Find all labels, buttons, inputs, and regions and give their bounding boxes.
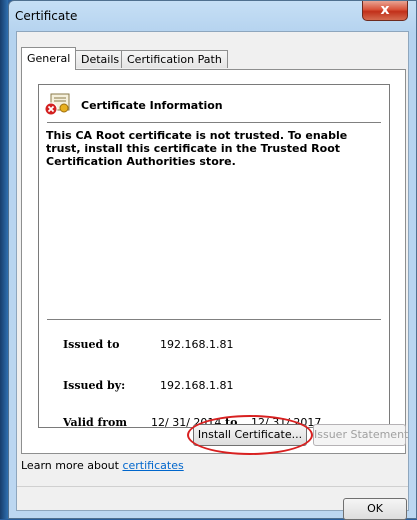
- divider: [47, 122, 381, 123]
- issued-to-value: 192.168.1.81: [160, 338, 234, 351]
- desktop-edge: [0, 0, 8, 519]
- tab-details[interactable]: Details: [75, 50, 126, 68]
- issuer-statement-button[interactable]: Issuer Statement: [313, 424, 408, 446]
- footer-divider: [17, 486, 408, 487]
- issued-by-label: Issued by:: [63, 379, 126, 392]
- divider: [47, 319, 381, 320]
- certificate-untrusted-icon: [45, 93, 70, 116]
- certificate-info-box: Certificate Information This CA Root cer…: [38, 84, 390, 429]
- tab-certification-path[interactable]: Certification Path: [121, 50, 228, 68]
- dialog-client-area: General Details Certification Path Certi…: [16, 31, 409, 520]
- general-tab-panel: Certificate Information This CA Root cer…: [21, 69, 406, 454]
- window-title: Certificate: [15, 9, 78, 23]
- highlight-ring: [187, 415, 313, 455]
- learn-more-label: Learn more about: [21, 459, 123, 472]
- learn-more-text: Learn more about certificates: [21, 459, 184, 472]
- certificates-link[interactable]: certificates: [122, 459, 183, 472]
- title-bar[interactable]: Certificate x: [9, 1, 416, 31]
- ok-button[interactable]: OK: [343, 498, 407, 520]
- close-icon: x: [380, 2, 390, 18]
- close-button[interactable]: x: [362, 1, 408, 21]
- tab-general[interactable]: General: [21, 47, 77, 70]
- issued-to-label: Issued to: [63, 338, 120, 351]
- certificate-dialog: Certificate x General Details Certificat…: [8, 0, 417, 520]
- trust-warning-text: This CA Root certificate is not trusted.…: [46, 129, 348, 168]
- certificate-info-title: Certificate Information: [81, 99, 223, 112]
- valid-from-label: Valid from: [63, 416, 128, 429]
- issued-by-value: 192.168.1.81: [160, 379, 234, 392]
